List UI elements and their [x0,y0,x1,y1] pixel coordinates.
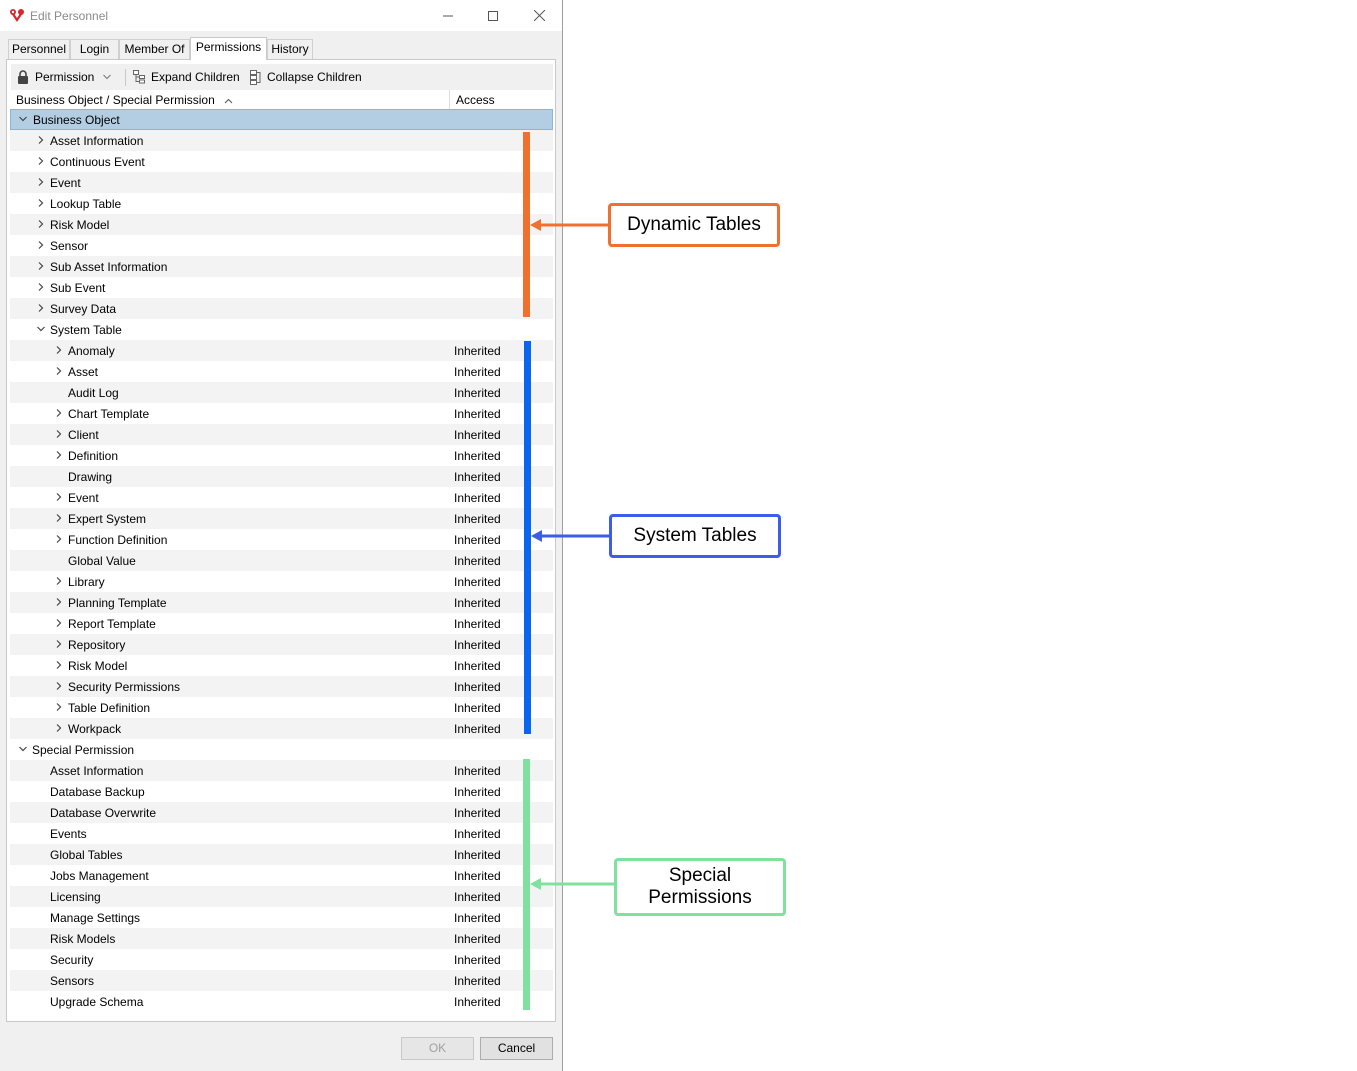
system-tables-callout: System Tables [609,514,781,558]
special-permissions-arrow [530,878,615,890]
dynamic-tables-callout: Dynamic Tables [608,203,780,247]
dynamic-tables-callout-label: Dynamic Tables [627,214,761,235]
dynamic-tables-arrow [530,219,609,231]
special-permissions-callout-line1: Special [668,865,732,886]
system-tables-callout-label: System Tables [633,525,757,546]
tab-permissions[interactable]: Permissions [190,37,267,60]
special-permissions-callout: Special Permissions [614,858,786,916]
special-permissions-callout-line2: Permissions [648,887,752,908]
system-tables-arrow [531,530,610,542]
